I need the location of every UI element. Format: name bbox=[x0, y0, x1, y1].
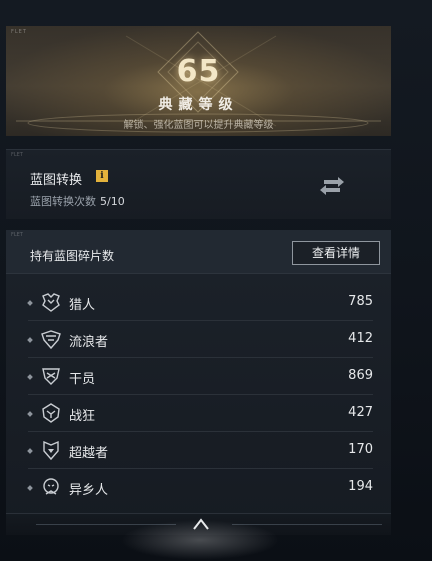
convert-title: 蓝图转换 bbox=[30, 173, 83, 188]
transcender-emblem-icon bbox=[43, 440, 59, 461]
wanderer-emblem-icon bbox=[41, 330, 61, 350]
chevron-up-icon[interactable] bbox=[192, 517, 210, 531]
corner-tag: FLET bbox=[11, 232, 23, 238]
fragment-count: 785 bbox=[348, 294, 373, 309]
fragment-row-transcender: 超越者 170 bbox=[27, 432, 373, 469]
bullet-diamond bbox=[27, 485, 33, 491]
fragments-header: FLET 持有蓝图碎片数 查看详情 bbox=[6, 230, 391, 274]
fragments-title: 持有蓝图碎片数 bbox=[30, 249, 115, 263]
info-icon[interactable]: i bbox=[96, 170, 108, 182]
fragment-row-berserker: 战狂 427 bbox=[27, 395, 373, 432]
fragment-name: 超越者 bbox=[69, 446, 109, 461]
operative-emblem-icon bbox=[42, 368, 60, 385]
swap-arrows-icon[interactable] bbox=[318, 174, 346, 198]
bullet-diamond bbox=[27, 300, 33, 306]
fragment-name: 异乡人 bbox=[69, 483, 109, 498]
hunter-emblem-icon bbox=[42, 293, 60, 312]
fragment-count: 427 bbox=[348, 405, 373, 420]
fragment-count: 194 bbox=[348, 479, 373, 494]
collection-level-value: 65 bbox=[176, 54, 221, 89]
fragment-name: 猎人 bbox=[69, 298, 96, 313]
bullet-diamond bbox=[27, 448, 33, 454]
fragment-row-wanderer: 流浪者 412 bbox=[27, 321, 373, 358]
collection-level-hint: 解锁、强化蓝图可以提升典藏等级 bbox=[123, 120, 274, 131]
fragment-row-operative: 干员 869 bbox=[27, 358, 373, 395]
fragment-count: 869 bbox=[348, 368, 373, 383]
bullet-diamond bbox=[27, 374, 33, 380]
bullet-diamond bbox=[27, 337, 33, 343]
convert-count-value: 5/10 bbox=[100, 195, 125, 208]
view-details-button[interactable]: 查看详情 bbox=[292, 241, 380, 265]
collection-level-banner[interactable]: FLET 65 典藏等级 解锁、强化蓝图可以提升典藏等级 bbox=[6, 26, 391, 136]
fragment-count: 412 bbox=[348, 331, 373, 346]
fragment-row-hunter: 猎人 785 bbox=[27, 284, 373, 321]
fragment-row-stranger: 异乡人 194 bbox=[27, 469, 373, 506]
fragment-name: 干员 bbox=[69, 372, 96, 387]
fragment-name: 战狂 bbox=[69, 409, 96, 424]
convert-count-label: 蓝图转换次数 bbox=[30, 195, 96, 208]
blueprint-collection-screen: FLET 65 典藏等级 解锁、强化蓝图可以提升典藏等级 FLET 蓝图转换 i… bbox=[0, 0, 432, 561]
corner-tag: FLET bbox=[11, 152, 23, 158]
stranger-emblem-icon bbox=[43, 478, 59, 495]
bullet-diamond bbox=[27, 411, 33, 417]
berserker-emblem-icon bbox=[42, 403, 60, 423]
convert-count: 蓝图转换次数 5/10 bbox=[30, 193, 125, 209]
collection-level-title: 典藏等级 bbox=[158, 97, 239, 113]
fragment-count: 170 bbox=[348, 442, 373, 457]
fragment-name: 流浪者 bbox=[69, 335, 109, 350]
